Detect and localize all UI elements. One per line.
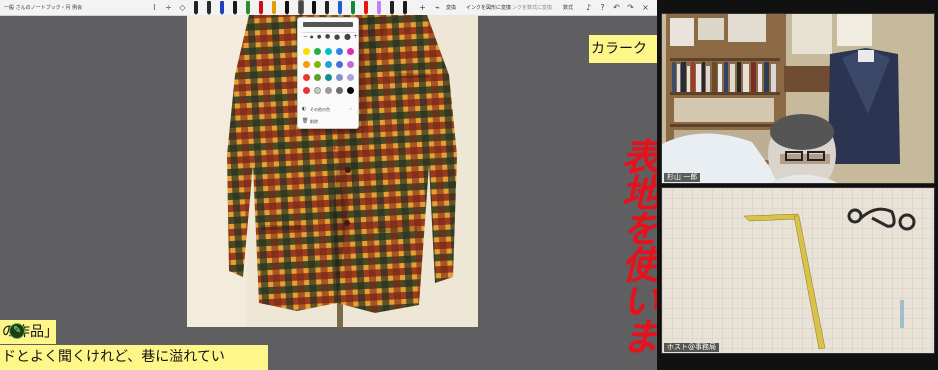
ink-pen-button[interactable]: ✎ bbox=[9, 323, 25, 339]
delete-button[interactable]: 削除 bbox=[310, 119, 318, 125]
stroke-size-3[interactable]: ● bbox=[325, 33, 330, 40]
ribbon-toolbar: 一般 さんのノートブック・月 例会 ⌇ ÷ ◇ + ⌁ 変換 インクを図形に変換… bbox=[0, 0, 657, 16]
stroke-size-5[interactable]: ● bbox=[344, 32, 351, 41]
video-gallery: 杉山 一郎 ホスト@事務局 bbox=[657, 0, 938, 370]
ink-replay-icon[interactable]: ⌁ bbox=[433, 3, 442, 12]
pen-black-2[interactable] bbox=[233, 1, 237, 14]
participant-2-name-tag: ホスト@事務局 bbox=[664, 343, 719, 352]
stroke-plus-icon[interactable]: + bbox=[353, 33, 358, 40]
color-swatch[interactable] bbox=[347, 48, 354, 55]
eraser-icon[interactable]: ◇ bbox=[178, 3, 187, 12]
participant-1-video bbox=[662, 14, 934, 183]
undo-icon[interactable]: ↶ bbox=[612, 3, 621, 12]
pencil-icon: ✎ bbox=[13, 325, 22, 336]
stroke-minus-icon[interactable]: − bbox=[303, 33, 308, 40]
pen-yellow[interactable] bbox=[272, 1, 276, 14]
stroke-size-2[interactable]: ● bbox=[317, 34, 321, 40]
color-swatch[interactable] bbox=[303, 87, 310, 94]
video-tile-participant-1[interactable]: 杉山 一郎 bbox=[661, 13, 935, 184]
trash-icon: 🗑 bbox=[302, 118, 309, 124]
math-button[interactable]: 数式 bbox=[563, 0, 579, 16]
notebook-app: 一般 さんのノートブック・月 例会 ⌇ ÷ ◇ + ⌁ 変換 インクを図形に変換… bbox=[0, 0, 657, 370]
participant-2-video bbox=[662, 188, 934, 353]
stroke-size-4[interactable]: ● bbox=[334, 33, 340, 41]
handwritten-annotation: 表地を使いま bbox=[615, 137, 657, 353]
participant-1-name-tag: 杉山 一郎 bbox=[664, 173, 701, 182]
color-swatch[interactable] bbox=[314, 87, 321, 94]
pen-black[interactable] bbox=[194, 1, 198, 14]
pen-black-3[interactable] bbox=[285, 1, 289, 14]
ink-to-shape-button[interactable]: インクを図形に変換 bbox=[466, 0, 511, 16]
color-swatch[interactable] bbox=[303, 74, 310, 81]
color-swatch[interactable] bbox=[336, 87, 343, 94]
add-pen-icon[interactable]: + bbox=[418, 3, 427, 12]
pen-dark[interactable] bbox=[207, 1, 211, 14]
color-swatch[interactable] bbox=[325, 87, 332, 94]
color-swatch[interactable] bbox=[336, 48, 343, 55]
pen-blue-2[interactable] bbox=[338, 1, 342, 14]
add-space-icon[interactable]: ÷ bbox=[164, 3, 173, 12]
color-swatch[interactable] bbox=[347, 74, 354, 81]
color-swatch[interactable] bbox=[347, 61, 354, 68]
color-swatch[interactable] bbox=[325, 61, 332, 68]
notebook-title: 一般 さんのノートブック・月 例会 bbox=[4, 5, 83, 11]
pen-green[interactable] bbox=[246, 1, 250, 14]
caption-bottom-line-2: ドとよく聞くけれど、巷に溢れてい bbox=[0, 345, 268, 370]
color-swatch[interactable] bbox=[325, 48, 332, 55]
pen-black-4[interactable] bbox=[312, 1, 316, 14]
lasso-icon[interactable]: ⌇ bbox=[150, 3, 159, 12]
caption-top-right: カラーク bbox=[589, 35, 657, 63]
pen-red-2[interactable] bbox=[364, 1, 368, 14]
bell-icon[interactable]: ♪ bbox=[584, 3, 593, 12]
chevron-right-icon: › bbox=[350, 106, 352, 111]
color-swatch[interactable] bbox=[325, 74, 332, 81]
pen-red[interactable] bbox=[259, 1, 263, 14]
color-swatch[interactable] bbox=[336, 74, 343, 81]
color-picker-popup: − ● ● ● ● ● + ◐ その他の色 › 🗑 削除 bbox=[297, 17, 359, 129]
convert-button[interactable]: 変換 bbox=[446, 0, 464, 16]
stroke-size-1[interactable]: ● bbox=[310, 34, 314, 39]
help-icon[interactable]: ? bbox=[598, 3, 607, 12]
pen-green-2[interactable] bbox=[351, 1, 355, 14]
more-colors-button[interactable]: その他の色 bbox=[310, 107, 330, 113]
pen-black-7[interactable] bbox=[403, 1, 407, 14]
screen: 一般 さんのノートブック・月 例会 ⌇ ÷ ◇ + ⌁ 変換 インクを図形に変換… bbox=[0, 0, 938, 370]
color-swatch[interactable] bbox=[314, 48, 321, 55]
color-swatch[interactable] bbox=[314, 61, 321, 68]
ink-to-math-button[interactable]: インクを数式に変換 bbox=[507, 0, 557, 16]
color-swatch[interactable] bbox=[303, 48, 310, 55]
current-color-bar bbox=[303, 22, 353, 27]
color-swatch[interactable] bbox=[347, 87, 354, 94]
pen-purple[interactable] bbox=[377, 1, 381, 14]
redo-icon[interactable]: ↷ bbox=[626, 3, 635, 12]
palette-icon: ◐ bbox=[302, 106, 307, 112]
pen-blue[interactable] bbox=[220, 1, 224, 14]
color-swatch[interactable] bbox=[303, 61, 310, 68]
color-swatch[interactable] bbox=[314, 74, 321, 81]
pen-black-5[interactable] bbox=[325, 1, 329, 14]
close-icon[interactable]: × bbox=[641, 3, 650, 12]
video-tile-participant-2[interactable]: ホスト@事務局 bbox=[661, 187, 935, 354]
pen-selected[interactable] bbox=[298, 0, 304, 15]
color-swatch[interactable] bbox=[336, 61, 343, 68]
pen-black-6[interactable] bbox=[390, 1, 394, 14]
